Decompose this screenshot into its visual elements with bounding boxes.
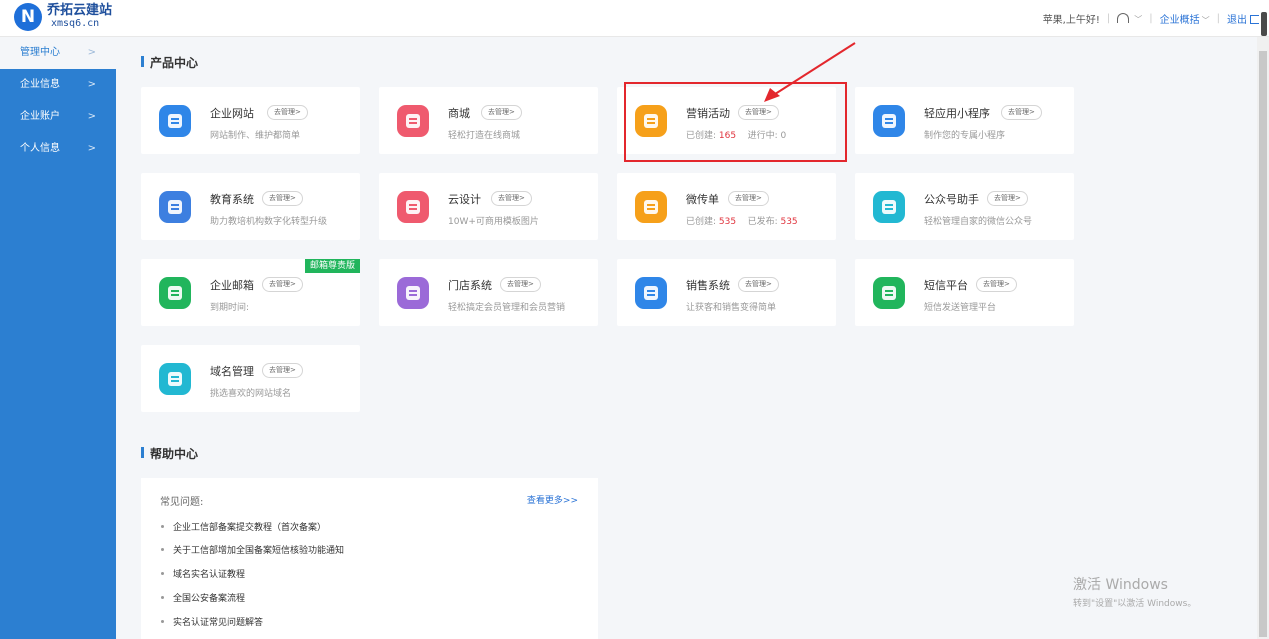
help-center-title: 帮助中心	[141, 445, 198, 462]
product-card-email[interactable]: 邮箱尊贵版 企业邮箱 去管理> 到期时间:	[141, 259, 360, 326]
product-card-sms[interactable]: 短信平台 去管理> 短信发送管理平台	[855, 259, 1074, 326]
shopping-bag-icon	[397, 105, 429, 137]
product-card-domain[interactable]: 域名管理 去管理> 挑选喜欢的网站域名	[141, 345, 360, 412]
view-more-link[interactable]: 查看更多>>	[527, 493, 578, 506]
product-card-wechat-assistant[interactable]: 公众号助手 去管理> 轻松管理自家的微信公众号	[855, 173, 1074, 240]
annotation-arrow-icon	[764, 42, 856, 102]
sidebar-item-enterprise-info[interactable]: 企业信息 >	[0, 69, 116, 101]
image-icon	[397, 191, 429, 223]
manage-button[interactable]: 去管理>	[262, 363, 303, 378]
logo-icon	[14, 3, 42, 31]
chevron-right-icon: >	[87, 79, 96, 90]
published-count: 535	[780, 217, 798, 227]
created-count: 535	[718, 217, 737, 227]
top-header: 乔拓云建站 xmsq6.cn 苹果,上午好! | ﹀ | 企业概括﹀ | 退出	[0, 0, 1269, 37]
logo-domain: xmsq6.cn	[51, 18, 100, 29]
product-card-miniapp[interactable]: 轻应用小程序 去管理> 制作您的专属小程序	[855, 87, 1074, 154]
greeting-text: 苹果,上午好!	[1042, 15, 1100, 26]
logo[interactable]: 乔拓云建站 xmsq6.cn	[14, 3, 112, 31]
product-card-flyer[interactable]: 微传单 去管理> 已创建: 535 已发布: 535	[617, 173, 836, 240]
product-card-store[interactable]: 门店系统 去管理> 轻松搞定会员管理和会员营销	[379, 259, 598, 326]
faq-label: 常见问题:	[160, 497, 204, 508]
sidebar-item-enterprise-account[interactable]: 企业账户 >	[0, 101, 116, 133]
mail-icon	[159, 277, 191, 309]
product-card-website[interactable]: 企业网站 去管理> 网站制作、维护都简单	[141, 87, 360, 154]
product-center-title: 产品中心	[141, 54, 198, 71]
manage-button[interactable]: 去管理>	[738, 277, 779, 292]
manage-button[interactable]: 去管理>	[976, 277, 1017, 292]
miniapp-icon	[873, 105, 905, 137]
manage-button[interactable]: 去管理>	[481, 105, 522, 120]
chevron-right-icon: >	[87, 143, 96, 154]
faq-link[interactable]: 企业工信部备案提交教程（首次备案）	[161, 520, 326, 533]
product-card-sales[interactable]: 销售系统 去管理> 让获客和销售变得简单	[617, 259, 836, 326]
wechat-icon	[873, 191, 905, 223]
enterprise-overview-menu[interactable]: 企业概括 ﹀	[1160, 11, 1210, 26]
manage-button[interactable]: 去管理>	[987, 191, 1028, 206]
store-icon	[397, 277, 429, 309]
faq-link[interactable]: 全国公安备案流程	[161, 591, 245, 604]
list-icon	[635, 277, 667, 309]
book-icon	[159, 191, 191, 223]
domain-icon	[159, 363, 191, 395]
logout-icon	[1250, 15, 1259, 24]
product-card-education[interactable]: 教育系统 去管理> 助力教培机构数字化转型升级	[141, 173, 360, 240]
product-card-cloud-design[interactable]: 云设计 去管理> 10W+可商用模板图片	[379, 173, 598, 240]
help-center-panel: 常见问题: 查看更多>> 企业工信部备案提交教程（首次备案） 关于工信部增加全国…	[141, 478, 598, 639]
scroll-thumb[interactable]	[1259, 51, 1267, 637]
faq-link[interactable]: 实名认证常见问题解答	[161, 615, 263, 628]
chevron-down-icon: ﹀	[1134, 15, 1143, 24]
chevron-right-icon: >	[87, 111, 96, 122]
sidebar-item-personal-info[interactable]: 个人信息 >	[0, 133, 116, 165]
side-grip-handle[interactable]	[1261, 12, 1267, 36]
logo-title: 乔拓云建站	[47, 3, 113, 18]
website-icon	[159, 105, 191, 137]
manage-button[interactable]: 去管理>	[1001, 105, 1042, 120]
customer-service[interactable]: ﹀	[1117, 12, 1142, 25]
message-icon	[873, 277, 905, 309]
manage-button[interactable]: 去管理>	[262, 191, 303, 206]
manage-button[interactable]: 去管理>	[728, 191, 769, 206]
product-card-mall[interactable]: 商城 去管理> 轻松打造在线商城	[379, 87, 598, 154]
faq-link[interactable]: 域名实名认证教程	[161, 567, 245, 580]
manage-button[interactable]: 去管理>	[267, 105, 308, 120]
sidebar: 管理中心 > 企业信息 > 企业账户 > 个人信息 >	[0, 37, 116, 639]
manage-button[interactable]: 去管理>	[491, 191, 532, 206]
chevron-right-icon: >	[87, 47, 96, 58]
manage-button[interactable]: 去管理>	[262, 277, 303, 292]
logout-button[interactable]: 退出	[1227, 11, 1259, 26]
flyer-icon	[635, 191, 667, 223]
manage-button[interactable]: 去管理>	[500, 277, 541, 292]
chevron-down-icon: ﹀	[1201, 16, 1210, 25]
windows-activation-watermark: 激活 Windows 转到"设置"以激活 Windows。	[1073, 577, 1197, 609]
header-actions: 苹果,上午好! | ﹀ | 企业概括 ﹀ | 退出	[1043, 0, 1259, 37]
headset-icon	[1117, 13, 1130, 23]
email-premium-badge: 邮箱尊贵版	[304, 259, 360, 273]
vertical-scrollbar[interactable]	[1257, 37, 1269, 639]
sidebar-item-management-center[interactable]: 管理中心 >	[0, 37, 116, 69]
faq-link[interactable]: 关于工信部增加全国备案短信核验功能通知	[161, 543, 344, 556]
